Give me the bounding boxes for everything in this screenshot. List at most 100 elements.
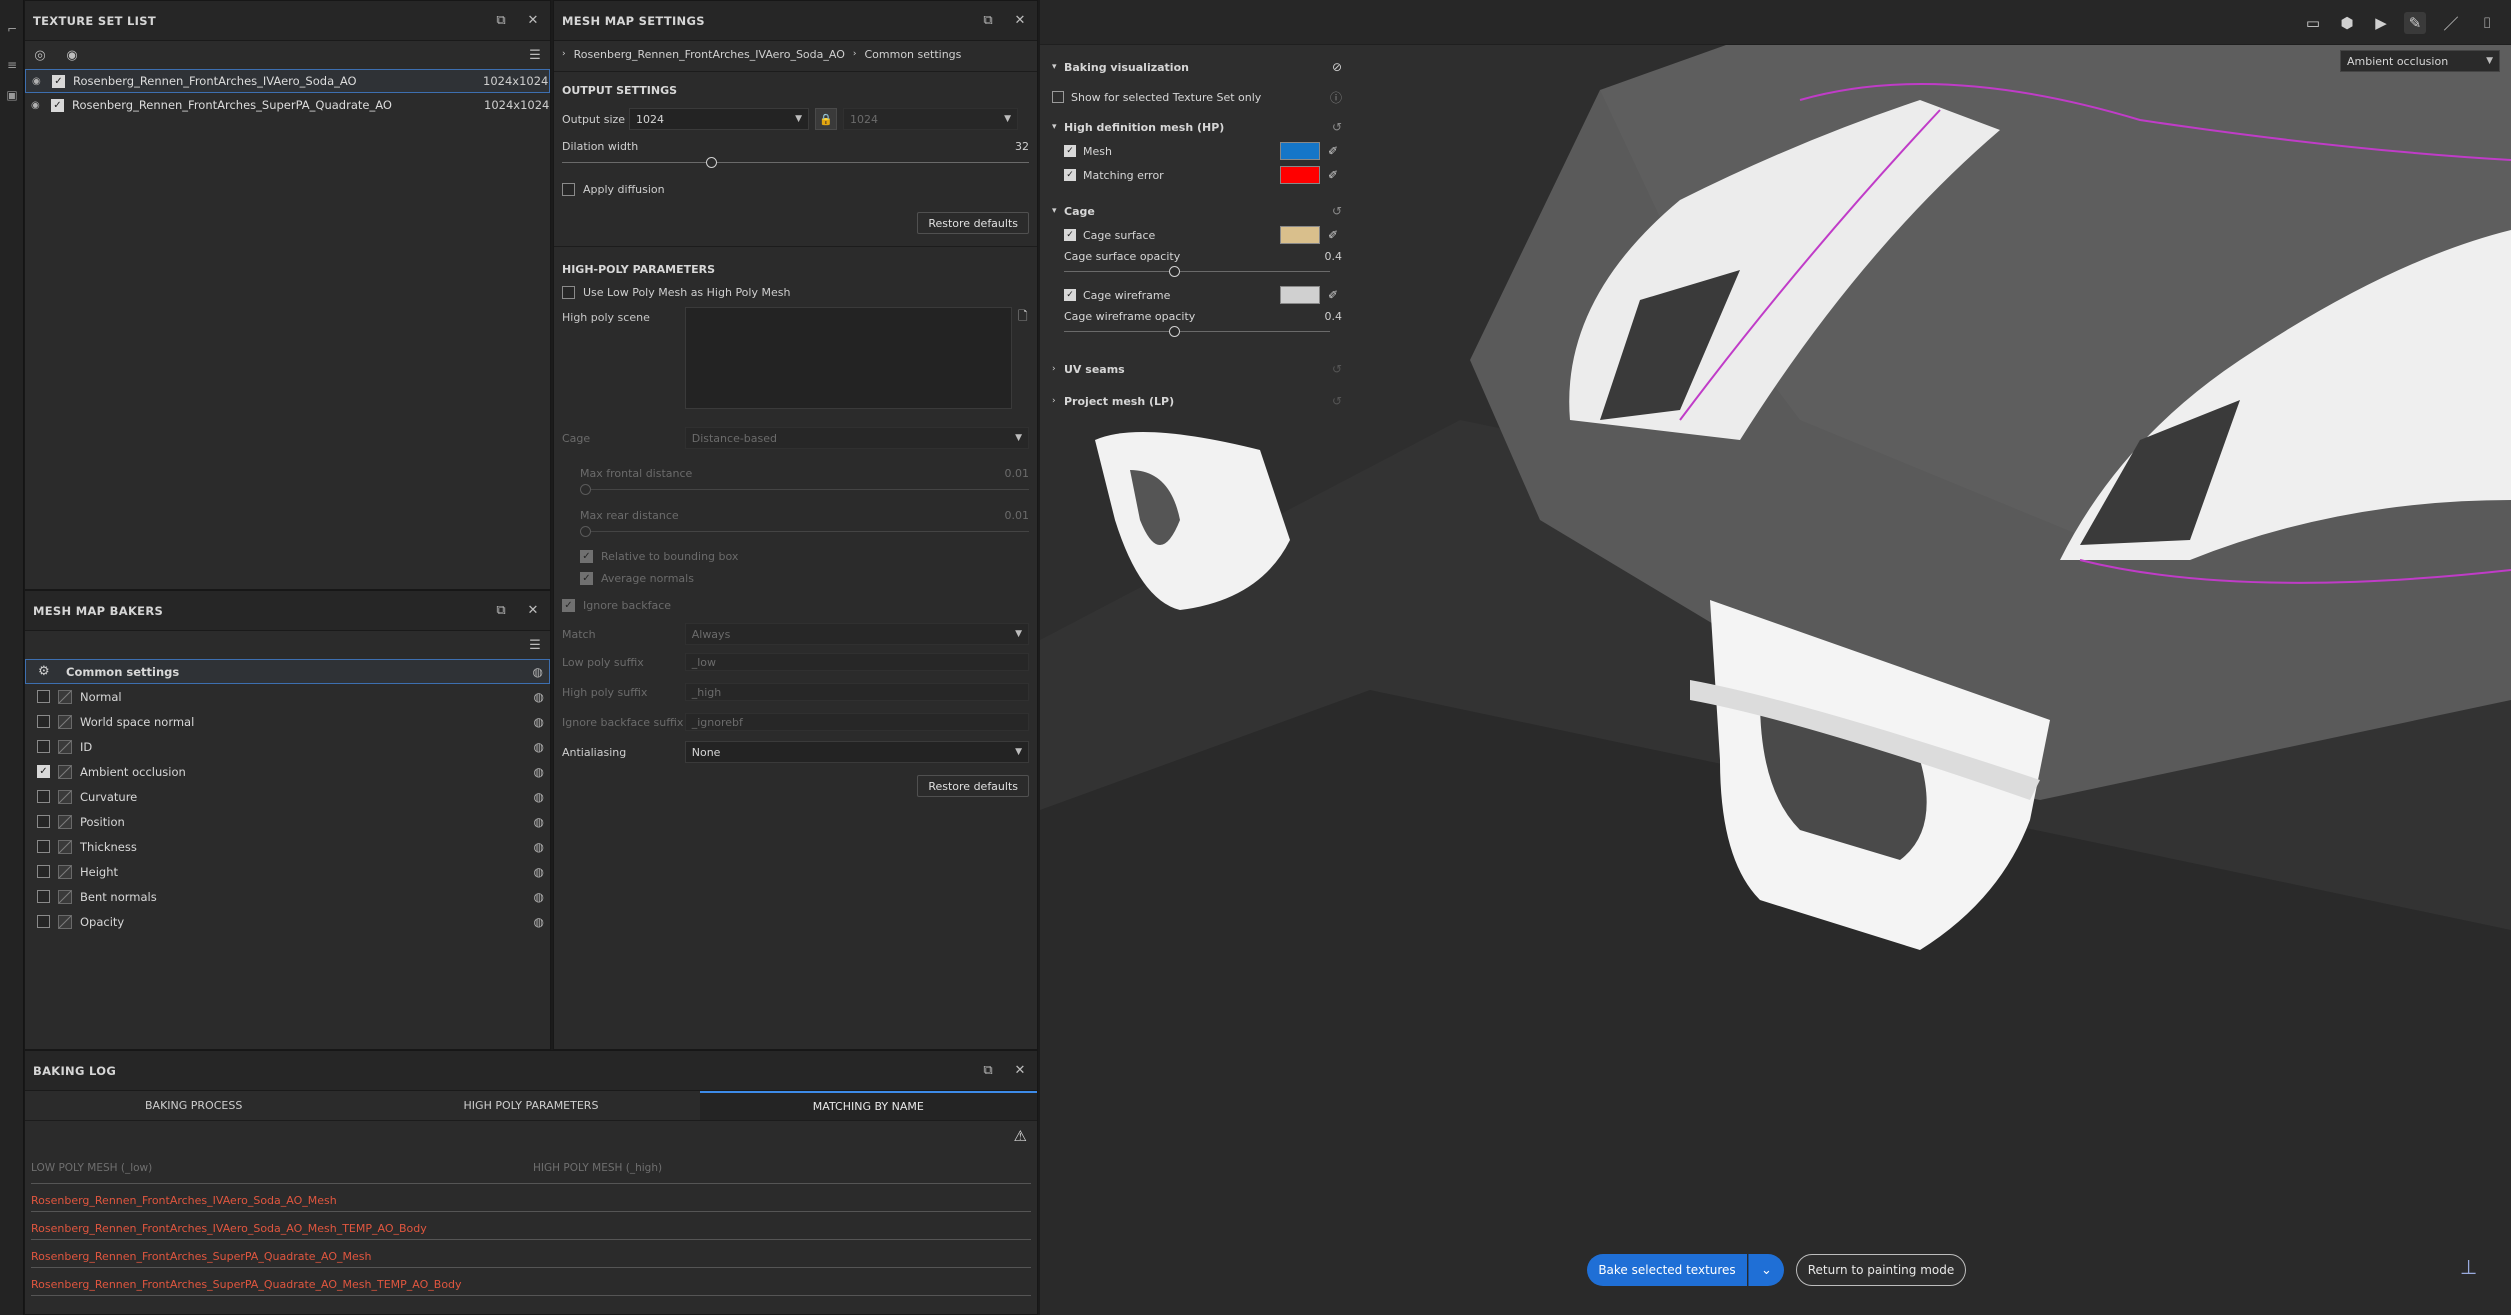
baker-row[interactable]: Position ◍ [25, 809, 550, 834]
eyedropper-icon[interactable]: ✐ [1328, 144, 1342, 158]
baker-checkbox[interactable] [37, 890, 50, 903]
list-settings-icon[interactable]: ☰ [526, 46, 544, 64]
channel-select[interactable]: Ambient occlusion ▼ [2340, 50, 2500, 72]
settings-icon[interactable]: ▣ [3, 88, 21, 104]
reset-icon[interactable]: ↺ [1332, 394, 1342, 408]
undock-icon[interactable]: ⧉ [492, 602, 510, 620]
baker-row[interactable]: Opacity ◍ [25, 909, 550, 934]
log-row[interactable]: Rosenberg_Rennen_FrontArches_SuperPA_Qua… [31, 1268, 1031, 1296]
breadcrumb-texture-set[interactable]: Rosenberg_Rennen_FrontArches_IVAero_Soda… [574, 48, 845, 61]
undock-icon[interactable]: ⧉ [979, 12, 997, 30]
visibility-toggle-icon[interactable]: ◎ [31, 46, 49, 64]
chevron-down-icon[interactable]: ▾ [1052, 62, 1064, 72]
baker-row[interactable]: ✓ Ambient occlusion ◍ [25, 759, 550, 784]
slider-knob[interactable] [1169, 266, 1180, 277]
use-low-poly-checkbox[interactable] [562, 285, 575, 299]
visibility-icon[interactable]: ◍ [533, 665, 543, 679]
visibility-icon[interactable]: ◍ [534, 790, 544, 804]
matching-error-checkbox[interactable]: ✓ [1064, 169, 1076, 181]
brush-icon[interactable]: ／ [2440, 12, 2462, 34]
visibility-icon[interactable]: ◍ [534, 815, 544, 829]
restore-defaults-button[interactable]: Restore defaults [917, 775, 1029, 797]
relative-bbox-checkbox[interactable]: ✓ [580, 549, 593, 563]
apply-diffusion-checkbox[interactable] [562, 182, 575, 196]
restore-defaults-button[interactable]: Restore defaults [917, 212, 1029, 234]
visibility-icon[interactable]: ◍ [534, 915, 544, 929]
cage-wireframe-color-swatch[interactable] [1280, 286, 1320, 304]
baker-row[interactable]: ID ◍ [25, 734, 550, 759]
tab-baking-process[interactable]: BAKING PROCESS [25, 1091, 362, 1120]
show-selected-checkbox[interactable] [1052, 91, 1064, 103]
camera-view-icon[interactable]: ▭ [2302, 12, 2324, 34]
eyedropper-icon[interactable]: ✐ [1328, 288, 1342, 302]
eye-icon[interactable]: ◉ [63, 46, 81, 64]
file-icon[interactable]: 🗋 [1018, 307, 1028, 411]
close-icon[interactable]: ✕ [1011, 1062, 1029, 1080]
video-camera-icon[interactable]: ▶ [2370, 12, 2392, 34]
output-size-select-2[interactable]: 1024 ▼ [843, 108, 1018, 130]
matching-error-color-swatch[interactable] [1280, 166, 1320, 184]
undock-icon[interactable]: ⧉ [979, 1062, 997, 1080]
cage-surface-color-swatch[interactable] [1280, 226, 1320, 244]
reset-icon[interactable]: ↺ [1332, 362, 1342, 376]
baker-row[interactable]: Normal ◍ [25, 684, 550, 709]
tab-high-poly-parameters[interactable]: HIGH POLY PARAMETERS [362, 1091, 699, 1120]
baker-checkbox[interactable] [37, 915, 50, 928]
layers-icon[interactable]: ≡ [3, 58, 21, 74]
slider-knob[interactable] [1169, 326, 1180, 337]
visibility-icon[interactable]: ◍ [534, 890, 544, 904]
baker-checkbox[interactable]: ✓ [37, 765, 50, 778]
visibility-icon[interactable]: ◍ [534, 740, 544, 754]
visibility-icon[interactable]: ◍ [534, 840, 544, 854]
breadcrumb-page[interactable]: Common settings [864, 48, 961, 61]
bake-options-dropdown[interactable]: ⌄ [1748, 1254, 1784, 1286]
cage-wireframe-checkbox[interactable]: ✓ [1064, 289, 1076, 301]
screenshot-icon[interactable]: ⌷ [2476, 12, 2498, 34]
cage-wireframe-opacity-slider[interactable] [1064, 325, 1330, 337]
eye-icon[interactable]: ◉ [31, 100, 45, 111]
close-icon[interactable]: ✕ [524, 12, 542, 30]
baker-row[interactable]: Thickness ◍ [25, 834, 550, 859]
average-normals-checkbox[interactable]: ✓ [580, 571, 593, 585]
slider-knob[interactable] [706, 157, 718, 168]
visibility-icon[interactable]: ◍ [534, 765, 544, 779]
chevron-down-icon[interactable]: ▾ [1052, 122, 1064, 132]
tool-icon[interactable]: ⌐ [3, 22, 21, 38]
antialiasing-select[interactable]: None ▼ [684, 741, 1029, 763]
cage-surface-checkbox[interactable]: ✓ [1064, 229, 1076, 241]
bake-selected-textures-button[interactable]: Bake selected textures [1587, 1254, 1747, 1286]
bake-mode-icon[interactable]: ✎ [2404, 12, 2426, 34]
baker-checkbox[interactable] [37, 790, 50, 803]
texture-set-checkbox[interactable]: ✓ [52, 74, 65, 88]
max-frontal-slider[interactable] [580, 483, 1029, 495]
ignore-backface-suffix-input[interactable]: _ignorebf [684, 713, 1029, 731]
baker-checkbox[interactable] [37, 840, 50, 853]
close-icon[interactable]: ✕ [524, 602, 542, 620]
eye-icon[interactable]: ◉ [32, 76, 46, 87]
list-settings-icon[interactable]: ☰ [526, 636, 544, 654]
eyedropper-icon[interactable]: ✐ [1328, 228, 1342, 242]
mesh-color-swatch[interactable] [1280, 142, 1320, 160]
cube-icon[interactable]: ⬢ [2336, 12, 2358, 34]
chevron-right-icon[interactable]: › [1052, 396, 1064, 406]
visibility-icon[interactable]: ◍ [534, 690, 544, 704]
visibility-icon[interactable]: ◍ [534, 715, 544, 729]
reset-icon[interactable]: ↺ [1332, 204, 1342, 218]
baker-checkbox[interactable] [37, 815, 50, 828]
reset-icon[interactable]: ↺ [1332, 120, 1342, 134]
eye-off-icon[interactable]: ⊘ [1332, 60, 1342, 74]
slider-knob[interactable] [580, 526, 591, 537]
slider-knob[interactable] [580, 484, 591, 495]
log-row[interactable]: Rosenberg_Rennen_FrontArches_SuperPA_Qua… [31, 1240, 1031, 1268]
mesh-checkbox[interactable]: ✓ [1064, 145, 1076, 157]
baker-row[interactable]: Height ◍ [25, 859, 550, 884]
log-row[interactable]: Rosenberg_Rennen_FrontArches_IVAero_Soda… [31, 1184, 1031, 1212]
cage-select[interactable]: Distance-based ▼ [684, 427, 1029, 449]
chevron-right-icon[interactable]: › [1052, 364, 1064, 374]
ignore-backface-checkbox[interactable]: ✓ [562, 598, 575, 612]
max-rear-slider[interactable] [580, 525, 1029, 537]
lock-icon[interactable]: 🔒 [815, 108, 837, 130]
close-icon[interactable]: ✕ [1011, 12, 1029, 30]
info-icon[interactable]: ⓘ [1330, 89, 1342, 106]
tab-matching-by-name[interactable]: MATCHING BY NAME [699, 1091, 1037, 1120]
